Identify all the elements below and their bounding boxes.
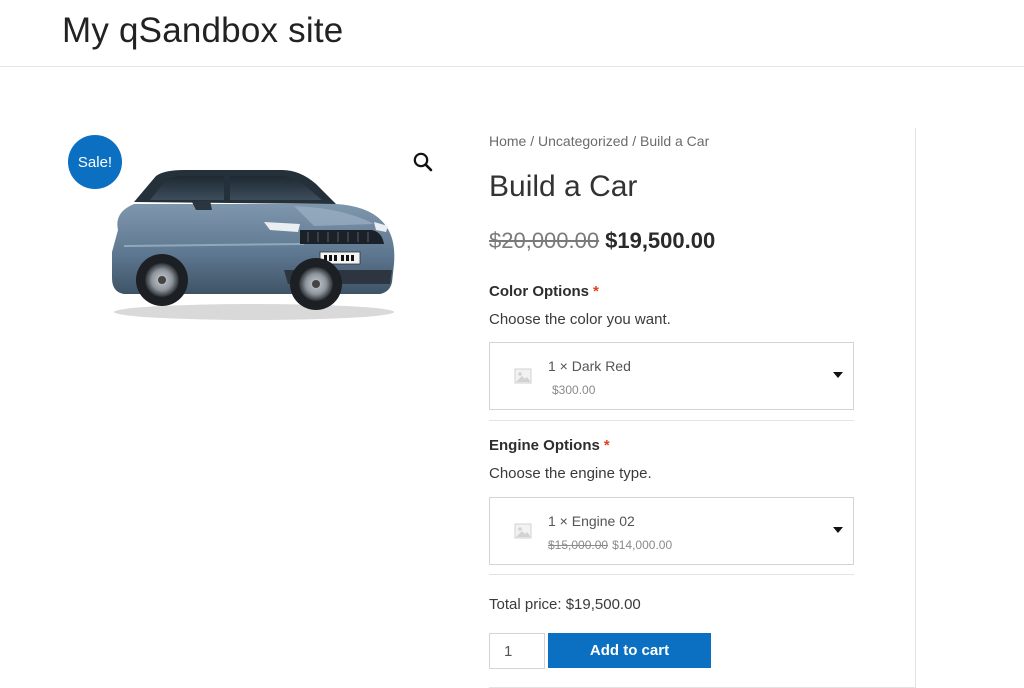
breadcrumb-separator: / xyxy=(628,133,640,149)
regular-price: $20,000.00 xyxy=(489,228,600,253)
option-regular-price: $15,000.00 xyxy=(548,538,609,552)
product-price: $20,000.00 $19,500.00 xyxy=(489,228,715,254)
placeholder-image-icon xyxy=(514,522,532,540)
option-price: $300.00 xyxy=(552,383,596,397)
breadcrumb: Home / Uncategorized / Build a Car xyxy=(489,133,709,149)
selected-option-name: 1 × Engine 02 xyxy=(548,513,635,529)
total-price: Total price: $19,500.00 xyxy=(489,596,641,613)
breadcrumb-category[interactable]: Uncategorized xyxy=(538,133,628,149)
required-marker: * xyxy=(593,283,599,300)
option-label-text: Engine Options xyxy=(489,437,600,454)
quantity-input[interactable] xyxy=(489,633,545,669)
option-label-text: Color Options xyxy=(489,283,589,300)
color-options-description: Choose the color you want. xyxy=(489,311,671,328)
caret-down-icon xyxy=(833,527,843,533)
breadcrumb-separator: / xyxy=(526,133,539,149)
color-options-select[interactable]: 1 × Dark Red $300.00 xyxy=(489,342,854,410)
add-to-cart-button[interactable]: Add to cart xyxy=(548,633,711,668)
caret-down-icon xyxy=(833,372,843,378)
breadcrumb-home[interactable]: Home xyxy=(489,133,526,149)
breadcrumb-current: Build a Car xyxy=(639,133,710,149)
sale-badge: Sale! xyxy=(68,135,122,189)
sidebar-divider xyxy=(915,128,916,688)
option-divider xyxy=(489,574,854,575)
site-title[interactable]: My qSandbox site xyxy=(62,11,343,51)
sale-price: $19,500.00 xyxy=(605,228,716,253)
selected-option-price: $15,000.00 $14,000.00 xyxy=(548,538,672,552)
required-marker: * xyxy=(603,437,610,454)
engine-options-select[interactable]: 1 × Engine 02 $15,000.00 $14,000.00 xyxy=(489,497,854,565)
color-options-label: Color Options * xyxy=(489,283,599,300)
option-divider xyxy=(489,420,854,421)
engine-options-description: Choose the engine type. xyxy=(489,465,652,482)
product-title: Build a Car xyxy=(489,170,638,203)
selected-option-name: 1 × Dark Red xyxy=(548,358,631,374)
engine-options-label: Engine Options * xyxy=(489,437,610,454)
option-price: $14,000.00 xyxy=(612,538,673,552)
product-image[interactable] xyxy=(104,160,400,325)
site-header: My qSandbox site xyxy=(0,0,1024,67)
placeholder-image-icon xyxy=(514,367,532,385)
zoom-magnifier-icon[interactable] xyxy=(411,150,435,174)
selected-option-price: $300.00 xyxy=(548,383,595,397)
